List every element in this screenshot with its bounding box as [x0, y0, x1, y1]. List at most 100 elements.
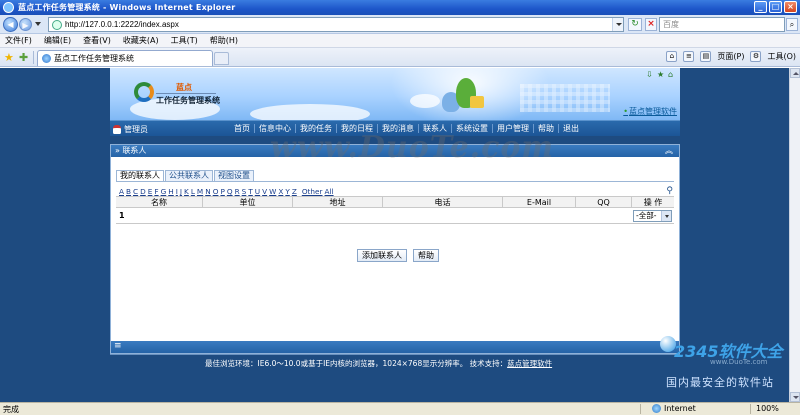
menu-view[interactable]: 查看(V): [83, 35, 111, 46]
alpha-letter-link[interactable]: B: [126, 187, 131, 196]
alpha-letter-link[interactable]: T: [248, 187, 252, 196]
column-qq[interactable]: QQ: [576, 197, 632, 208]
column-company[interactable]: 单位: [203, 197, 293, 208]
alpha-other-link[interactable]: Other: [302, 187, 323, 196]
alpha-letter-link[interactable]: G: [161, 187, 167, 196]
alpha-letter-link[interactable]: J: [180, 187, 182, 196]
alpha-letter-link[interactable]: P: [220, 187, 224, 196]
binoculars-icon[interactable]: ⚲: [666, 186, 673, 196]
alpha-all-link[interactable]: All: [325, 187, 334, 196]
status-text: 完成: [3, 405, 19, 414]
address-bar[interactable]: http://127.0.0.1:2222/index.aspx: [48, 17, 624, 32]
divider: [750, 404, 751, 414]
maximize-button[interactable]: □: [769, 1, 782, 13]
page-menu[interactable]: 页面(P): [717, 51, 744, 62]
refresh-icon[interactable]: ↻: [628, 18, 642, 31]
table-row: 1 -全部-: [116, 208, 674, 224]
alpha-letter-link[interactable]: K: [184, 187, 189, 196]
tools-menu[interactable]: 工具(O): [767, 51, 796, 62]
alpha-letter-link[interactable]: O: [213, 187, 219, 196]
search-icon[interactable]: ⌕: [786, 18, 798, 31]
alpha-letter-link[interactable]: D: [140, 187, 146, 196]
menu-edit[interactable]: 编辑(E): [44, 35, 71, 46]
alpha-letter-link[interactable]: M: [197, 187, 203, 196]
alpha-letter-link[interactable]: Q: [227, 187, 233, 196]
watermark-text: www.DuoTe.com: [270, 130, 555, 165]
panel-footer: ≡ ︾: [111, 341, 679, 353]
home-icon[interactable]: ⌂: [668, 71, 676, 79]
alpha-letter-link[interactable]: R: [235, 187, 240, 196]
alpha-letter-link[interactable]: A: [119, 187, 124, 196]
add-favorite-icon[interactable]: ✚: [19, 52, 28, 63]
column-name[interactable]: 名称: [116, 197, 203, 208]
site-footer: 最佳浏览环境：IE6.0～10.0或基于IE内核的浏览器，1024×768显示分…: [110, 354, 680, 370]
site-container: 蓝点 工作任务管理系统 ⇩ ★ ⌂ 蓝点管理软件 管理员 首页: [110, 68, 680, 402]
alpha-letter-link[interactable]: N: [205, 187, 210, 196]
tab-title: 蓝点工作任务管理系统: [54, 54, 134, 63]
column-address[interactable]: 地址: [293, 197, 383, 208]
favorite-icon[interactable]: ★: [657, 71, 665, 79]
help-button[interactable]: 帮助: [413, 249, 439, 262]
ie-icon: [3, 2, 14, 13]
history-dropdown-icon[interactable]: [35, 22, 41, 26]
alpha-letter-link[interactable]: I: [176, 187, 178, 196]
add-contact-button[interactable]: 添加联系人: [357, 249, 407, 262]
alpha-letter-link[interactable]: V: [262, 187, 267, 196]
back-button[interactable]: ◀: [3, 17, 18, 32]
alpha-letter-link[interactable]: Y: [285, 187, 289, 196]
download-icon[interactable]: ⇩: [646, 71, 654, 79]
alpha-letter-link[interactable]: S: [242, 187, 247, 196]
home-icon[interactable]: ⌂: [666, 51, 678, 62]
alpha-letter-link[interactable]: F: [154, 187, 158, 196]
address-dropdown-icon[interactable]: [612, 18, 623, 31]
scroll-up-icon[interactable]: [790, 68, 800, 78]
alpha-letter-link[interactable]: U: [255, 187, 260, 196]
footer-support-link[interactable]: 蓝点管理软件: [507, 359, 552, 368]
filter-select-value: -全部-: [636, 211, 657, 220]
nav-home[interactable]: 首页: [230, 124, 254, 133]
alpha-letter-link[interactable]: Z: [292, 187, 297, 196]
tab-view-settings[interactable]: 视图设置: [214, 170, 254, 181]
filter-select[interactable]: -全部-: [633, 210, 672, 222]
address-url[interactable]: http://127.0.0.1:2222/index.aspx: [65, 20, 179, 29]
banner-icons: ⇩ ★ ⌂: [646, 71, 676, 79]
stop-icon[interactable]: ×: [645, 18, 657, 31]
column-phone[interactable]: 电话: [383, 197, 503, 208]
close-button[interactable]: ×: [784, 1, 797, 13]
alpha-letter-link[interactable]: W: [269, 187, 276, 196]
alpha-letter-link[interactable]: C: [133, 187, 138, 196]
tab-my-contacts[interactable]: 我的联系人: [116, 170, 164, 181]
scroll-down-icon[interactable]: [790, 392, 800, 402]
minimize-button[interactable]: _: [754, 1, 767, 13]
nav-logout[interactable]: 退出: [558, 124, 583, 133]
column-email[interactable]: E-Mail: [503, 197, 576, 208]
collapse-icon[interactable]: ︽: [665, 145, 673, 157]
forward-button[interactable]: ▶: [19, 18, 32, 31]
menu-favorites[interactable]: 收藏夹(A): [123, 35, 159, 46]
corner-brand-logo: 2345软件大全 www.DuoTe.com 国内最安全的软件站: [660, 334, 790, 396]
alpha-letter-link[interactable]: L: [191, 187, 195, 196]
zoom-level[interactable]: 100%: [756, 404, 779, 413]
page-icon: [52, 19, 62, 30]
tools-gear-icon[interactable]: ⚙: [750, 51, 762, 62]
favorites-star-icon[interactable]: ★: [4, 52, 14, 63]
new-tab-button[interactable]: [214, 52, 229, 65]
print-icon[interactable]: ▤: [700, 51, 712, 62]
security-zone[interactable]: Internet: [652, 404, 696, 413]
alpha-letter-link[interactable]: X: [278, 187, 283, 196]
alpha-letter-link[interactable]: H: [168, 187, 174, 196]
search-input[interactable]: 百度: [659, 17, 785, 32]
menu-icon[interactable]: ≡: [114, 342, 122, 351]
menu-tools[interactable]: 工具(T): [171, 35, 198, 46]
menu-file[interactable]: 文件(F): [5, 35, 32, 46]
vertical-scrollbar[interactable]: [789, 68, 800, 402]
tab-public-contacts[interactable]: 公共联系人: [165, 170, 213, 181]
row-number: 1: [119, 211, 125, 220]
banner-software-link[interactable]: 蓝点管理软件: [623, 106, 677, 117]
alpha-letter-link[interactable]: E: [148, 187, 153, 196]
column-actions: 操 作: [643, 198, 663, 207]
menu-help[interactable]: 帮助(H): [210, 35, 238, 46]
feeds-icon[interactable]: ≡: [683, 51, 695, 62]
zone-label: Internet: [664, 404, 696, 413]
browser-tab[interactable]: 蓝点工作任务管理系统: [37, 50, 213, 66]
